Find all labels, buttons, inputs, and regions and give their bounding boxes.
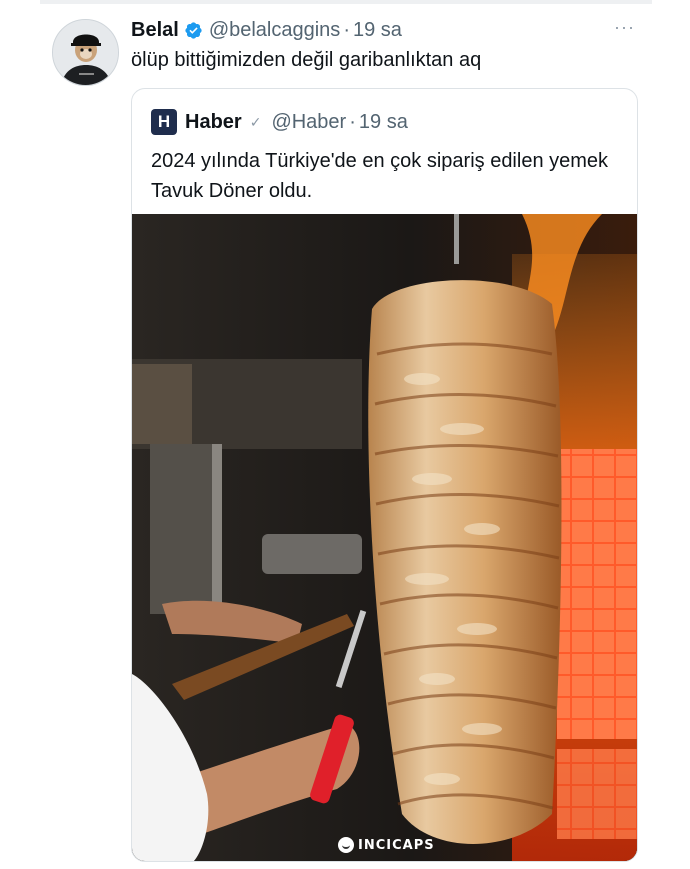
top-divider <box>40 0 652 4</box>
quoted-author-handle[interactable]: @Haber <box>271 111 346 134</box>
verified-badge-icon <box>185 21 202 39</box>
avatar-image <box>53 20 118 85</box>
haber-logo-icon: H <box>151 109 177 135</box>
doner-kebab-image <box>132 214 637 861</box>
checkmark-icon: ✓ <box>249 113 262 130</box>
quoted-tweet-header: H Haber ✓ @Haber · 19 sa <box>151 109 408 135</box>
author-name[interactable]: Belal <box>131 19 179 42</box>
image-watermark: INCICAPS <box>338 837 435 853</box>
tweet-header: Belal @belalcaggins · 19 sa <box>131 17 402 43</box>
incicaps-logo-icon <box>338 837 354 853</box>
quoted-tweet-text: 2024 yılında Türkiye'de en çok sipariş e… <box>151 150 609 202</box>
watermark-text: INCICAPS <box>358 837 435 853</box>
quoted-tweet-timestamp[interactable]: 19 sa <box>359 111 408 134</box>
tweet-text: ölüp bittiğimizden değil garibanlıktan a… <box>131 49 482 71</box>
separator-dot: · <box>349 110 356 133</box>
tweet-timestamp[interactable]: 19 sa <box>353 19 402 42</box>
quoted-tweet-card[interactable]: H Haber ✓ @Haber · 19 sa 2024 yılında Tü… <box>131 88 638 862</box>
avatar[interactable] <box>52 19 119 86</box>
more-dots-icon[interactable]: ··· <box>614 18 638 36</box>
author-handle[interactable]: @belalcaggins <box>209 19 341 42</box>
doner-photo[interactable]: INCICAPS <box>132 214 637 861</box>
separator-dot: · <box>343 18 350 41</box>
quoted-author-name[interactable]: Haber <box>185 111 242 134</box>
